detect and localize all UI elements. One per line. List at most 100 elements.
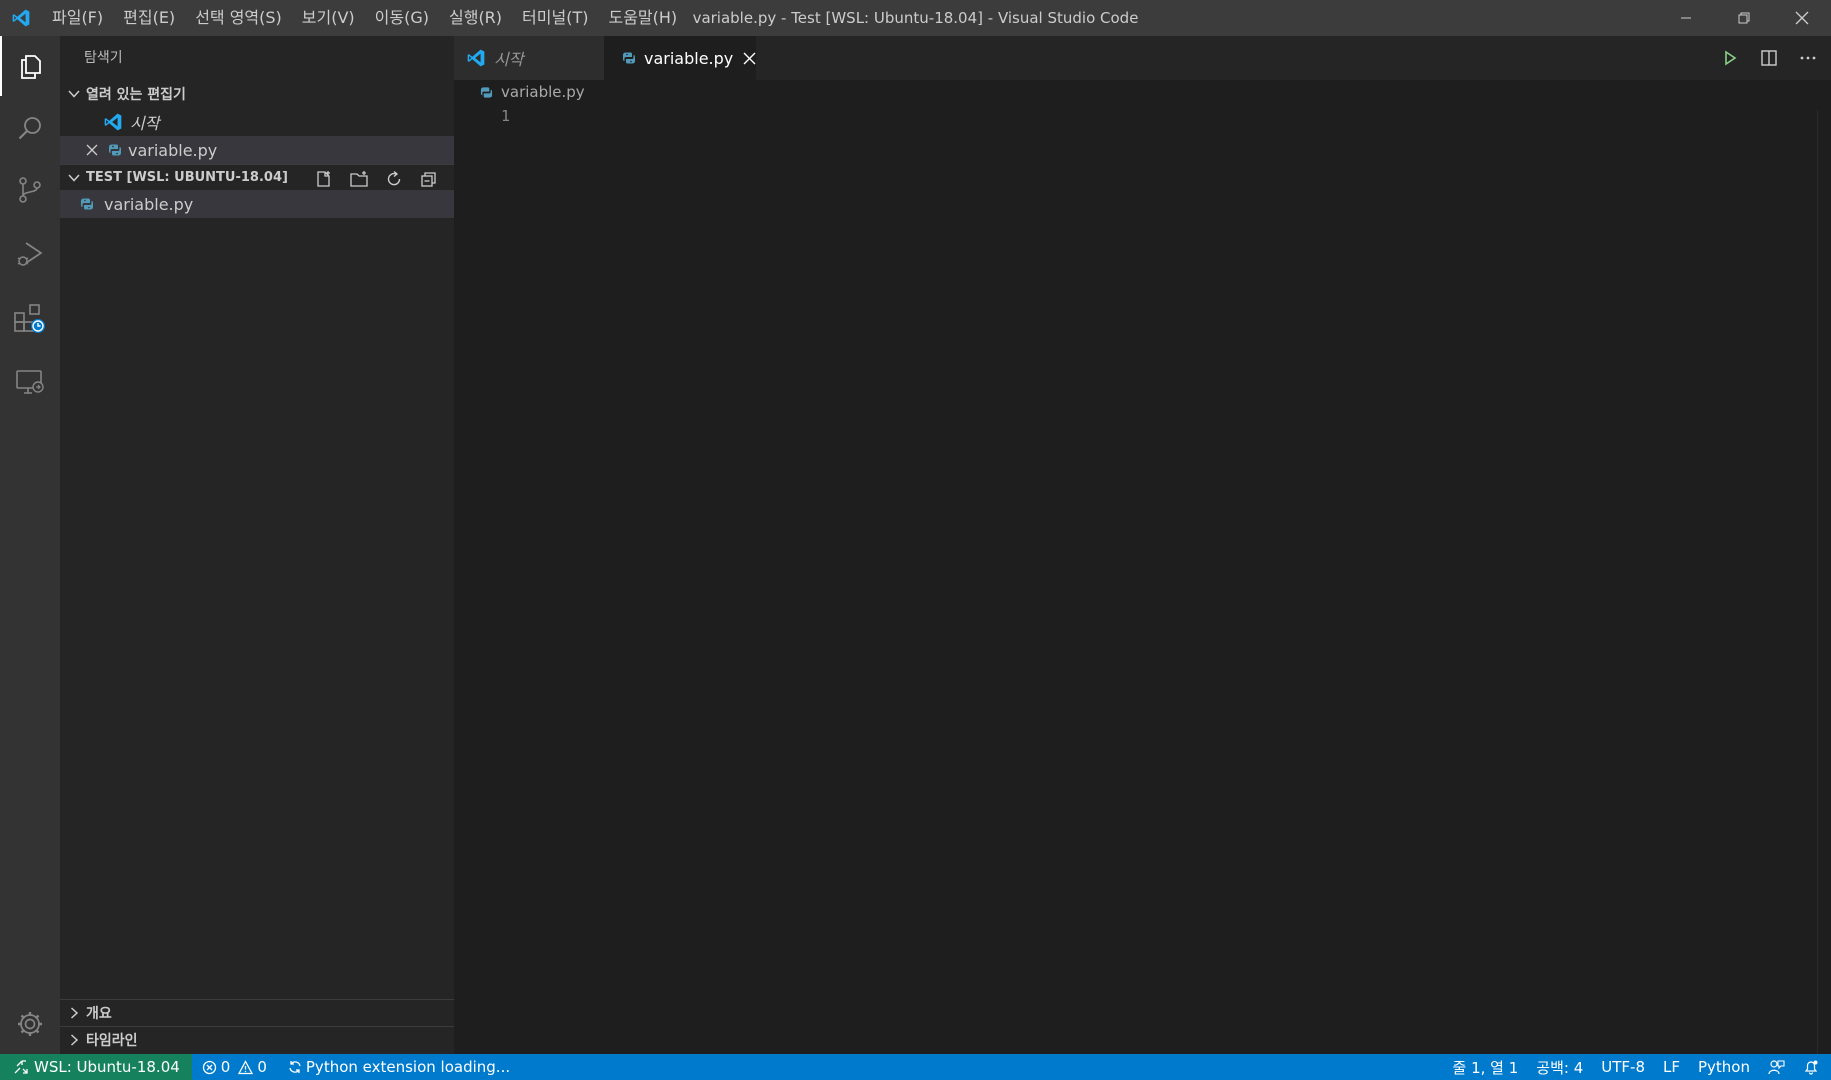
- close-editor-button[interactable]: [84, 144, 100, 156]
- chevron-down-icon: [62, 171, 86, 185]
- new-folder-button[interactable]: [341, 165, 376, 193]
- title-bar: 파일(F) 편집(E) 선택 영역(S) 보기(V) 이동(G) 실행(R) 터…: [0, 0, 1831, 36]
- vscode-icon: [100, 112, 126, 132]
- python-icon: [480, 86, 493, 99]
- close-tab-button[interactable]: [743, 52, 756, 65]
- extensions-icon: [14, 304, 45, 333]
- window-controls: [1657, 0, 1831, 36]
- menu-terminal[interactable]: 터미널(T): [512, 0, 598, 36]
- chevron-right-icon: [62, 1006, 86, 1020]
- status-bar: WSL: Ubuntu-18.04 0 0 Python extension l…: [0, 1054, 1831, 1080]
- menu-file[interactable]: 파일(F): [42, 0, 113, 36]
- vscode-logo-icon: [0, 0, 42, 36]
- error-icon: [202, 1060, 217, 1075]
- minimize-button[interactable]: [1657, 0, 1715, 36]
- remote-label: WSL: Ubuntu-18.04: [34, 1058, 180, 1076]
- close-icon: [743, 52, 756, 64]
- explorer-button[interactable]: [0, 36, 60, 96]
- open-editor-label: variable.py: [128, 140, 218, 160]
- feedback-button[interactable]: [1759, 1054, 1794, 1080]
- open-editor-item-variable-py[interactable]: variable.py: [60, 136, 454, 164]
- line-number: 1: [500, 107, 510, 125]
- run-debug-icon: [17, 242, 43, 266]
- file-item-variable-py[interactable]: variable.py: [60, 190, 454, 218]
- activity-bar: [0, 36, 60, 1054]
- run-python-file-button[interactable]: [1710, 36, 1749, 80]
- open-editor-label: 시작: [130, 114, 160, 133]
- tab-welcome[interactable]: 시작: [454, 36, 604, 80]
- python-icon: [622, 51, 636, 65]
- menu-edit[interactable]: 편집(E): [113, 0, 185, 36]
- folder-header[interactable]: TEST [WSL: UBUNTU-18.04]: [60, 164, 454, 190]
- ellipsis-icon: [1800, 56, 1815, 60]
- editor-actions: [1710, 36, 1831, 80]
- python-status[interactable]: Python extension loading...: [276, 1054, 519, 1080]
- python-icon: [102, 143, 128, 157]
- search-button[interactable]: [0, 98, 60, 158]
- manage-button[interactable]: [0, 994, 60, 1054]
- remote-explorer-icon: [16, 370, 44, 394]
- menu-run[interactable]: 실행(R): [439, 0, 512, 36]
- bell-icon: [1804, 1060, 1818, 1075]
- end-of-line[interactable]: LF: [1654, 1054, 1689, 1080]
- remote-explorer-button[interactable]: [0, 352, 60, 412]
- breadcrumb-file: variable.py: [501, 83, 585, 101]
- language-mode[interactable]: Python: [1689, 1054, 1759, 1080]
- remote-indicator[interactable]: WSL: Ubuntu-18.04: [0, 1054, 192, 1080]
- python-icon: [78, 197, 96, 211]
- breadcrumb[interactable]: variable.py: [454, 80, 585, 104]
- encoding[interactable]: UTF-8: [1592, 1054, 1654, 1080]
- timeline-section-header[interactable]: 타임라인: [60, 1026, 454, 1053]
- source-control-button[interactable]: [0, 160, 60, 220]
- open-editors-header[interactable]: 열려 있는 편집기: [60, 80, 454, 108]
- open-editor-item-welcome[interactable]: 시작: [60, 108, 454, 136]
- restore-icon: [1738, 12, 1750, 24]
- indentation[interactable]: 공백: 4: [1527, 1054, 1592, 1080]
- extensions-button[interactable]: [0, 288, 60, 348]
- source-control-icon: [19, 177, 41, 203]
- split-editor-icon: [1760, 50, 1777, 66]
- tab-variable-py[interactable]: variable.py: [604, 36, 756, 80]
- new-file-icon: [316, 171, 330, 187]
- menu-selection[interactable]: 선택 영역(S): [185, 0, 292, 36]
- restore-button[interactable]: [1715, 0, 1773, 36]
- cursor-position[interactable]: 줄 1, 열 1: [1444, 1054, 1528, 1080]
- play-icon: [1724, 50, 1736, 66]
- new-folder-icon: [349, 171, 368, 187]
- menu-help[interactable]: 도움말(H): [598, 0, 687, 36]
- feedback-icon: [1768, 1059, 1785, 1074]
- split-editor-button[interactable]: [1749, 36, 1788, 80]
- collapse-all-icon: [420, 172, 436, 187]
- error-count: 0: [220, 1058, 231, 1076]
- problems-indicator[interactable]: 0 0: [192, 1054, 276, 1080]
- sync-icon: [288, 1060, 302, 1074]
- chevron-right-icon: [62, 1033, 86, 1047]
- open-editors-heading: 열려 있는 편집기: [86, 87, 186, 103]
- refresh-button[interactable]: [376, 165, 411, 193]
- more-actions-button[interactable]: [1788, 36, 1827, 80]
- explorer-icon: [21, 55, 41, 79]
- close-icon: [86, 144, 98, 156]
- tab-label: variable.py: [644, 48, 734, 68]
- close-window-button[interactable]: [1773, 0, 1831, 36]
- close-icon: [1795, 11, 1809, 25]
- python-status-label: Python extension loading...: [305, 1058, 511, 1076]
- editor-scrollbar[interactable]: [1817, 110, 1831, 1080]
- new-file-button[interactable]: [306, 165, 341, 193]
- explorer-sidebar: 탐색기 열려 있는 편집기 시작 variable.py TEST [WSL: …: [60, 36, 454, 1054]
- notifications-button[interactable]: [1794, 1054, 1831, 1080]
- minimize-icon: [1681, 17, 1691, 19]
- run-debug-button[interactable]: [0, 224, 60, 284]
- timeline-heading: 타임라인: [86, 1033, 138, 1049]
- editor-area: 시작 variable.py variable.py 1: [454, 36, 1831, 1080]
- menu-go[interactable]: 이동(G): [365, 0, 439, 36]
- folder-actions: [306, 165, 446, 193]
- warning-count: 0: [257, 1058, 267, 1076]
- menu-view[interactable]: 보기(V): [292, 0, 365, 36]
- collapse-all-button[interactable]: [411, 165, 446, 193]
- outline-section-header[interactable]: 개요: [60, 999, 454, 1026]
- status-right: 줄 1, 열 1 공백: 4 UTF-8 LF Python: [1444, 1054, 1831, 1080]
- refresh-icon: [387, 170, 400, 186]
- tab-bar: 시작 variable.py: [454, 36, 1831, 80]
- gear-icon: [18, 1012, 42, 1036]
